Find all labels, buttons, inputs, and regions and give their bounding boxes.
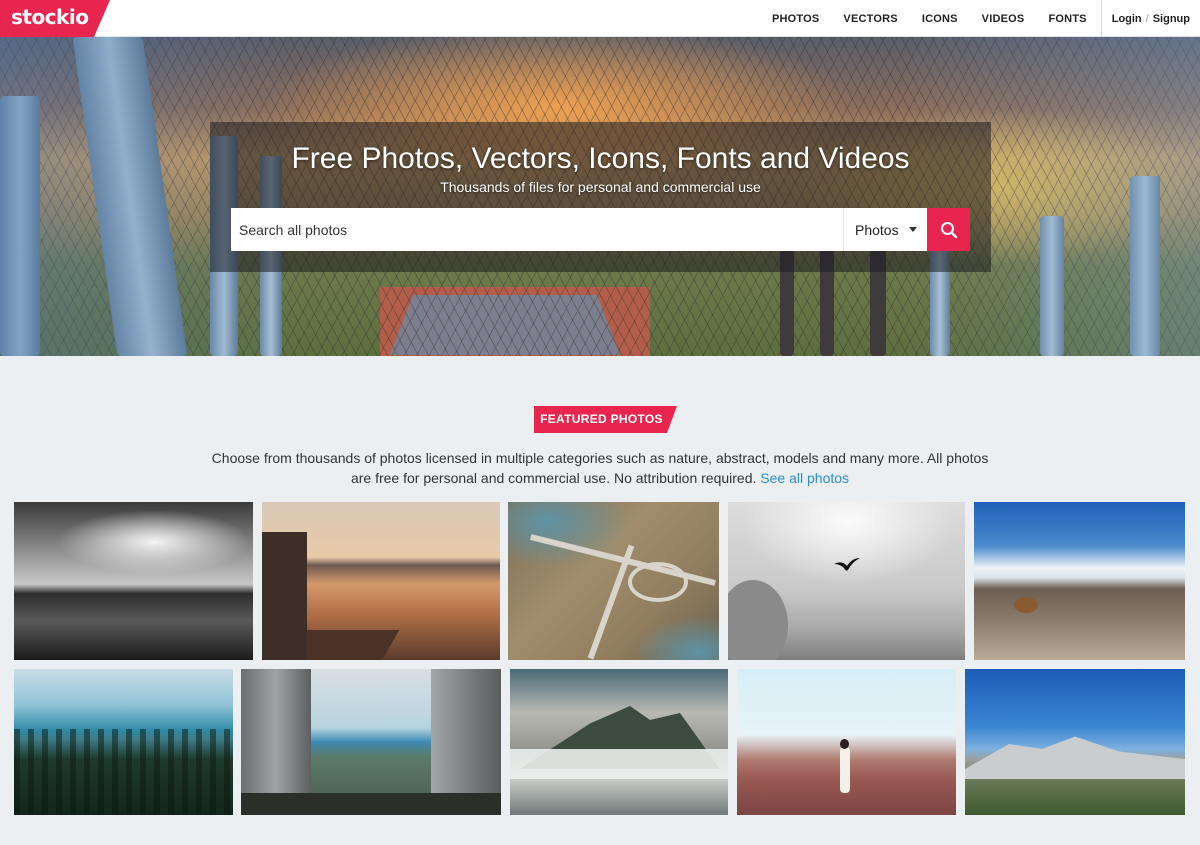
hero-banner: Free Photos, Vectors, Icons, Fonts and V… (0, 37, 1200, 356)
see-all-photos-link[interactable]: See all photos (760, 470, 849, 486)
nav-photos[interactable]: PHOTOS (772, 13, 819, 25)
photo-highway-interchange-aerial[interactable] (508, 502, 719, 660)
photo-volcanic-landscape[interactable] (974, 502, 1185, 660)
auth-separator: / (1145, 12, 1149, 25)
photo-bird-in-cloudy-sky[interactable] (728, 502, 965, 660)
top-navbar: stockio PHOTOS VECTORS ICONS VIDEOS FONT… (0, 0, 1200, 37)
nav-fonts[interactable]: FONTS (1048, 13, 1086, 25)
nav-videos[interactable]: VIDEOS (982, 13, 1025, 25)
search-type-dropdown[interactable]: Photos (843, 208, 927, 251)
hero-search-panel: Free Photos, Vectors, Icons, Fonts and V… (210, 122, 991, 272)
signup-link[interactable]: Signup (1153, 13, 1190, 25)
search-bar: Photos (231, 208, 970, 251)
nav-divider (1100, 0, 1102, 37)
search-icon (940, 221, 957, 238)
photo-misty-mountain[interactable] (510, 669, 728, 815)
login-link[interactable]: Login (1112, 13, 1142, 25)
auth-links: Login / Signup (1112, 13, 1190, 25)
search-button[interactable] (927, 208, 970, 251)
featured-description: Choose from thousands of photos licensed… (200, 448, 1000, 488)
featured-description-text: Choose from thousands of photos licensed… (211, 450, 989, 486)
hero-title: Free Photos, Vectors, Icons, Fonts and V… (291, 142, 910, 175)
search-input[interactable] (231, 208, 843, 251)
caret-down-icon (908, 227, 917, 232)
featured-photos-badge: FEATURED PHOTOS (534, 406, 677, 433)
nav-links: PHOTOS VECTORS ICONS VIDEOS FONTS Login … (772, 0, 1200, 37)
stockio-logo[interactable]: stockio (0, 0, 110, 37)
photo-woman-in-desert[interactable] (737, 669, 956, 815)
photo-buildings-and-sea[interactable] (241, 669, 501, 815)
photo-forest-and-lake[interactable] (14, 669, 233, 815)
photo-black-and-white-sea[interactable] (14, 502, 253, 660)
photo-mountain-blue-sky[interactable] (965, 669, 1185, 815)
logo-text[interactable]: stockio (11, 5, 89, 29)
hero-subtitle: Thousands of files for personal and comm… (440, 179, 761, 195)
search-type-label: Photos (855, 221, 899, 238)
bird-silhouette (834, 558, 860, 571)
nav-vectors[interactable]: VECTORS (843, 13, 897, 25)
nav-icons[interactable]: ICONS (922, 13, 958, 25)
photo-sunset-lake-pier[interactable] (262, 502, 500, 660)
